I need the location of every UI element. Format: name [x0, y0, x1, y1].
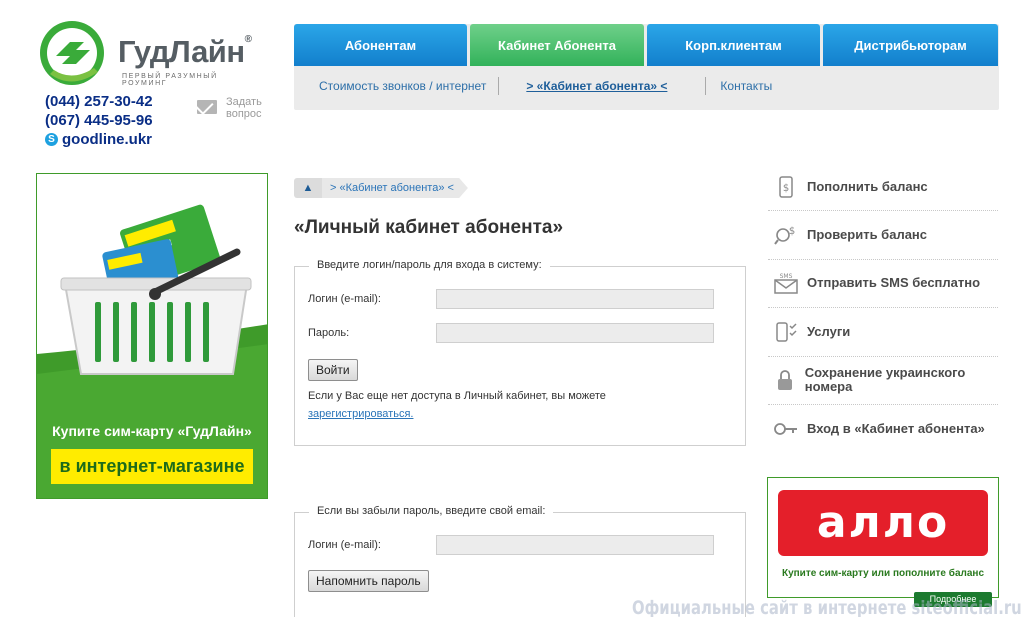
logo-icon: [40, 21, 104, 85]
tab-subscriber-cabinet[interactable]: Кабинет Абонента: [470, 24, 644, 66]
wallet-icon: $: [773, 174, 799, 200]
login-button[interactable]: Войти: [308, 359, 358, 381]
main-tabs: Абонентам Кабинет Абонента Корп.клиентам…: [294, 24, 999, 66]
contact-phones: (044) 257-30-42 (067) 445-95-96 S goodli…: [45, 92, 153, 149]
login-form: Введите логин/пароль для входа в систему…: [294, 259, 746, 446]
skype-contact[interactable]: S goodline.ukr: [45, 130, 153, 149]
subnav-call-prices[interactable]: Стоимость звонков / интернет: [319, 79, 486, 93]
login-form-legend: Введите логин/пароль для входа в систему…: [309, 259, 550, 271]
sidebar-item-label: Услуги: [807, 323, 851, 339]
svg-text:$: $: [783, 183, 789, 194]
phone-1: (044) 257-30-42: [45, 93, 153, 110]
skype-label: goodline.ukr: [62, 131, 152, 148]
login-row: Логин (e-mail):: [308, 289, 714, 309]
sidebar-item-services[interactable]: Услуги: [768, 308, 998, 357]
subnav-divider: [498, 77, 500, 95]
phone-services-icon: [773, 319, 799, 345]
sidebar-item-send-sms[interactable]: SMS Отправить SMS бесплатно: [768, 260, 998, 309]
brand-logo[interactable]: ГудЛайн® первый разумный роуминг: [36, 20, 266, 90]
sidebar-item-label: Проверить баланс: [807, 227, 928, 243]
breadcrumb-current[interactable]: > «Кабинет абонента» <: [322, 178, 468, 198]
sidebar-item-label: Сохранение украинского номера: [804, 365, 966, 395]
login-input[interactable]: [436, 289, 714, 309]
sidebar-item-label: Отправить SMS бесплатно: [807, 275, 981, 291]
ask-question-link[interactable]: Задать вопрос: [197, 96, 270, 120]
sidebar-item-label: Вход в «Кабинет абонента»: [807, 421, 985, 437]
key-icon: [773, 416, 799, 442]
envelope-icon: [197, 100, 217, 114]
register-note-text: Если у Вас еще нет доступа в Личный каби…: [308, 390, 606, 402]
phone-2: (067) 445-95-96: [45, 112, 153, 129]
remind-password-button[interactable]: Напомнить пароль: [308, 570, 429, 592]
recovery-login-label: Логин (e-mail):: [308, 539, 381, 551]
balance-search-icon: $: [773, 222, 799, 248]
allo-promo-banner[interactable]: аллo Купите сим-карту или пополните бала…: [767, 477, 999, 607]
recovery-form-legend: Если вы забыли пароль, введите свой emai…: [309, 505, 554, 517]
svg-text:$: $: [789, 226, 795, 237]
password-label: Пароль:: [308, 327, 350, 339]
svg-text:SMS: SMS: [780, 273, 793, 280]
recovery-login-row: Логин (e-mail):: [308, 535, 714, 555]
page-title: «Личный кабинет абонента»: [294, 217, 564, 238]
sim-card-promo-banner[interactable]: Купите сим-карту «ГудЛайн» в интернет-ма…: [36, 173, 268, 499]
subnav-subscriber-cabinet[interactable]: > «Кабинет абонента» <: [526, 79, 667, 93]
skype-icon: S: [45, 133, 58, 146]
subnav-contacts[interactable]: Контакты: [720, 79, 772, 93]
password-input[interactable]: [436, 323, 714, 343]
online-shop-button[interactable]: в интернет-магазине: [51, 449, 253, 484]
sidebar-item-check-balance[interactable]: $ Проверить баланс: [768, 211, 998, 260]
recovery-login-input[interactable]: [436, 535, 714, 555]
sidebar-item-keep-number[interactable]: Сохранение украинского номера: [768, 357, 998, 405]
watermark: Официальные сайт в интернете siteofficia…: [632, 597, 1022, 617]
tab-distributors[interactable]: Дистрибьюторам: [823, 24, 998, 66]
top-navigation: Абонентам Кабинет Абонента Корп.клиентам…: [294, 24, 999, 110]
password-row: Пароль:: [308, 323, 714, 343]
sidebar-item-cabinet-login[interactable]: Вход в «Кабинет абонента»: [768, 405, 998, 453]
allo-logo: аллo: [778, 490, 988, 556]
tab-subscribers[interactable]: Абонентам: [294, 24, 467, 66]
brand-tagline: первый разумный роуминг: [122, 73, 218, 87]
sidebar-item-label: Пополнить баланс: [807, 178, 928, 194]
tab-corporate-clients[interactable]: Корп.клиентам: [647, 24, 820, 66]
register-note: Если у Вас еще нет доступа в Личный каби…: [308, 387, 728, 423]
sidebar-menu: $ Пополнить баланс $ Проверить баланс SM…: [768, 163, 998, 453]
register-link[interactable]: зарегистрироваться.: [308, 405, 728, 423]
sms-icon: SMS: [773, 270, 799, 296]
subnav-divider: [705, 77, 707, 95]
promo-text: Купите сим-карту «ГудЛайн»: [52, 423, 252, 439]
registered-mark: ®: [244, 34, 252, 45]
home-icon[interactable]: ▲: [294, 178, 322, 198]
brand-name: ГудЛайн®: [118, 34, 252, 69]
allo-promo-text: Купите сим-карту или пополните баланс: [781, 568, 985, 579]
login-label: Логин (e-mail):: [308, 293, 381, 305]
ask-question-label: Задать вопрос: [226, 96, 262, 120]
lock-icon: [773, 367, 797, 393]
sidebar-item-top-up[interactable]: $ Пополнить баланс: [768, 163, 998, 212]
breadcrumb: ▲ > «Кабинет абонента» <: [294, 178, 468, 198]
sub-navigation: Стоимость звонков / интернет > «Кабинет …: [294, 76, 999, 96]
